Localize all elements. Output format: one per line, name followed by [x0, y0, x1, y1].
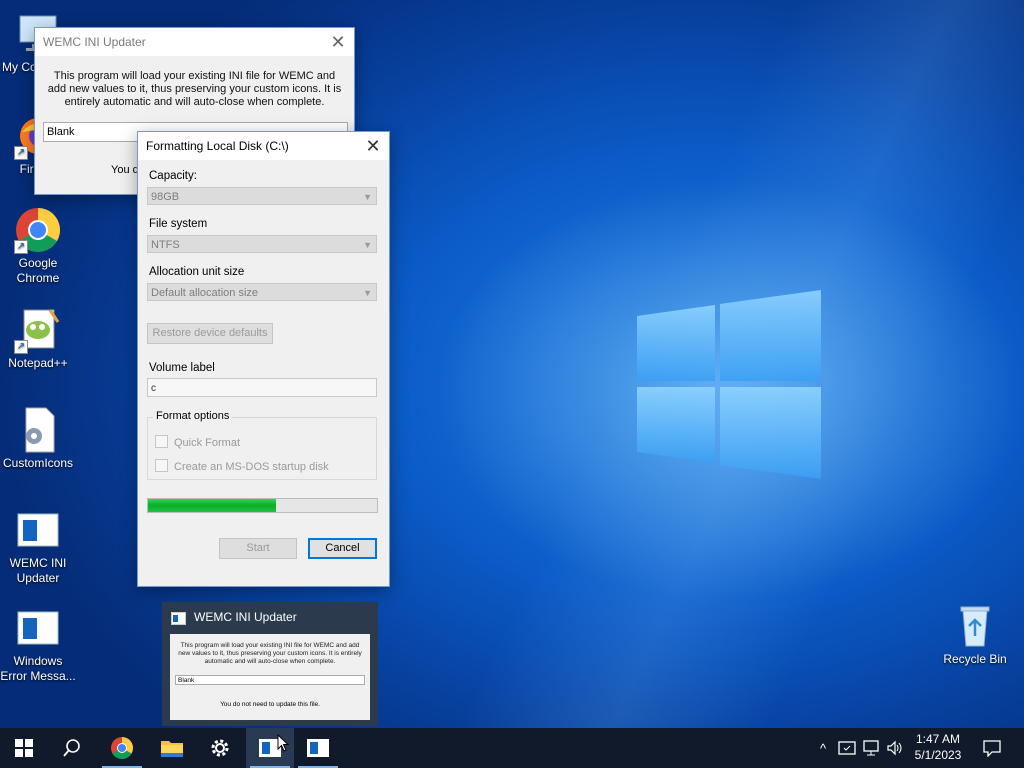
format-progress-bar [147, 498, 378, 513]
thumbnail-select: Blank [175, 675, 365, 685]
thumbnail-title: WEMC INI Updater [194, 610, 297, 624]
mouse-cursor-icon [277, 734, 289, 752]
quick-format-checkbox[interactable]: Quick Format [155, 435, 240, 449]
clock-time: 1:47 AM [915, 732, 961, 746]
show-hidden-icons-button[interactable]: ^ [812, 728, 834, 768]
tray-network[interactable] [860, 728, 882, 768]
app-window-icon [14, 506, 62, 554]
notepadpp-icon: ↗ [14, 306, 62, 354]
desktop-icon-label: Recycle Bin [943, 652, 1007, 666]
desktop-icon-notepadpp[interactable]: ↗ Notepad++ [0, 306, 76, 371]
taskbar-thumbnail-preview[interactable]: WEMC INI Updater This program will load … [162, 602, 378, 726]
file-system-value: NTFS [151, 239, 180, 251]
capacity-label: Capacity: [149, 170, 197, 182]
close-icon[interactable]: ✕ [357, 132, 389, 160]
app-window-icon [171, 612, 186, 625]
checkbox-icon [155, 435, 168, 448]
capacity-select[interactable]: 98GB ▼ [147, 187, 377, 205]
desktop-icon-label: WEMC INI Updater [9, 556, 67, 585]
quick-format-label: Quick Format [174, 437, 241, 449]
thumbnail-window-preview: This program will load your existing INI… [170, 634, 370, 720]
start-button[interactable] [0, 728, 48, 768]
desktop-icon-label: Windows Error Messa... [0, 654, 76, 683]
status-note: You d [111, 164, 139, 176]
network-icon [863, 740, 879, 756]
settings-icon [211, 739, 229, 757]
recycle-bin-icon [951, 602, 999, 650]
taskbar: ^ 1:47 AM 5/1/2023 [0, 728, 1024, 768]
tray-volume[interactable] [884, 728, 906, 768]
action-center-button[interactable] [976, 728, 1008, 768]
description-text: This program will load your existing INI… [47, 70, 342, 108]
title-bar[interactable]: WEMC INI Updater ✕ [35, 28, 354, 56]
taskbar-file-explorer[interactable] [148, 728, 196, 768]
dialog-title: Formatting Local Disk (C:\) [146, 139, 289, 153]
progress-fill [148, 499, 277, 512]
search-icon [63, 739, 80, 757]
checkbox-icon [155, 459, 168, 472]
clock[interactable]: 1:47 AM 5/1/2023 [908, 731, 968, 763]
notification-icon [983, 740, 1001, 757]
shortcut-arrow-icon: ↗ [14, 146, 28, 160]
cancel-button[interactable]: Cancel [308, 538, 377, 559]
search-button[interactable] [48, 728, 96, 768]
chrome-icon: ↗ [14, 206, 62, 254]
desktop-icon-label: Google Chrome [16, 256, 60, 285]
format-options-label: Format options [153, 410, 233, 422]
thumbnail-note: You do not need to update this file. [220, 701, 320, 708]
desktop-icon-recycle-bin[interactable]: Recycle Bin [937, 602, 1013, 667]
chevron-down-icon: ▼ [363, 288, 372, 298]
file-explorer-icon [161, 741, 183, 757]
chrome-icon [111, 737, 133, 759]
app-window-icon [14, 604, 62, 652]
desktop-icon-chrome[interactable]: ↗ Google Chrome [0, 206, 76, 286]
desktop-icon-customicons[interactable]: CustomIcons [0, 406, 76, 471]
settings-file-icon [14, 406, 62, 454]
capacity-value: 98GB [151, 191, 180, 203]
desktop-icon-label: Notepad++ [8, 356, 68, 370]
start-icon [15, 739, 33, 757]
file-system-select[interactable]: NTFS ▼ [147, 235, 377, 253]
chevron-down-icon: ▼ [363, 192, 372, 202]
format-dialog[interactable]: Formatting Local Disk (C:\) ✕ Capacity: … [137, 131, 390, 587]
volume-label-label: Volume label [149, 362, 215, 374]
chevron-up-icon: ^ [819, 740, 827, 756]
close-icon[interactable]: ✕ [322, 28, 354, 56]
allocation-unit-label: Allocation unit size [149, 266, 245, 278]
desktop-icon-wemc-ini-updater[interactable]: WEMC INI Updater [0, 506, 76, 586]
taskbar-windows-error-messages[interactable] [294, 728, 342, 768]
clock-date: 5/1/2023 [914, 748, 962, 762]
taskbar-wemc-ini-updater[interactable] [246, 728, 294, 768]
desktop: My Computer ↗ Firefox ↗ Google Chrome ↗ … [0, 0, 1024, 728]
file-system-label: File system [149, 218, 208, 230]
msdos-startup-label: Create an MS-DOS startup disk [174, 461, 329, 473]
desktop-icon-windows-error-messages[interactable]: Windows Error Messa... [0, 604, 76, 684]
allocation-unit-select[interactable]: Default allocation size ▼ [147, 283, 377, 301]
restore-device-defaults-button[interactable]: Restore device defaults [147, 323, 273, 344]
format-options-group: Format options Quick Format Create an MS… [147, 410, 377, 480]
tray-security[interactable] [836, 728, 858, 768]
desktop-icon-label: CustomIcons [2, 456, 74, 470]
thumbnail-message: This program will load your existing INI… [178, 642, 362, 665]
title-bar[interactable]: Formatting Local Disk (C:\) ✕ [138, 132, 389, 160]
chevron-down-icon: ▼ [363, 240, 372, 250]
security-icon [838, 741, 856, 755]
window-title: WEMC INI Updater [43, 35, 146, 49]
start-button[interactable]: Start [219, 538, 297, 559]
taskbar-chrome[interactable] [98, 728, 146, 768]
allocation-unit-value: Default allocation size [151, 287, 259, 299]
msdos-startup-checkbox[interactable]: Create an MS-DOS startup disk [155, 459, 329, 473]
taskbar-settings[interactable] [196, 728, 244, 768]
volume-icon [887, 740, 902, 756]
shortcut-arrow-icon: ↗ [14, 340, 28, 354]
shortcut-arrow-icon: ↗ [14, 240, 28, 254]
volume-label-input[interactable]: c [147, 378, 377, 397]
error-app-icon [307, 739, 329, 757]
